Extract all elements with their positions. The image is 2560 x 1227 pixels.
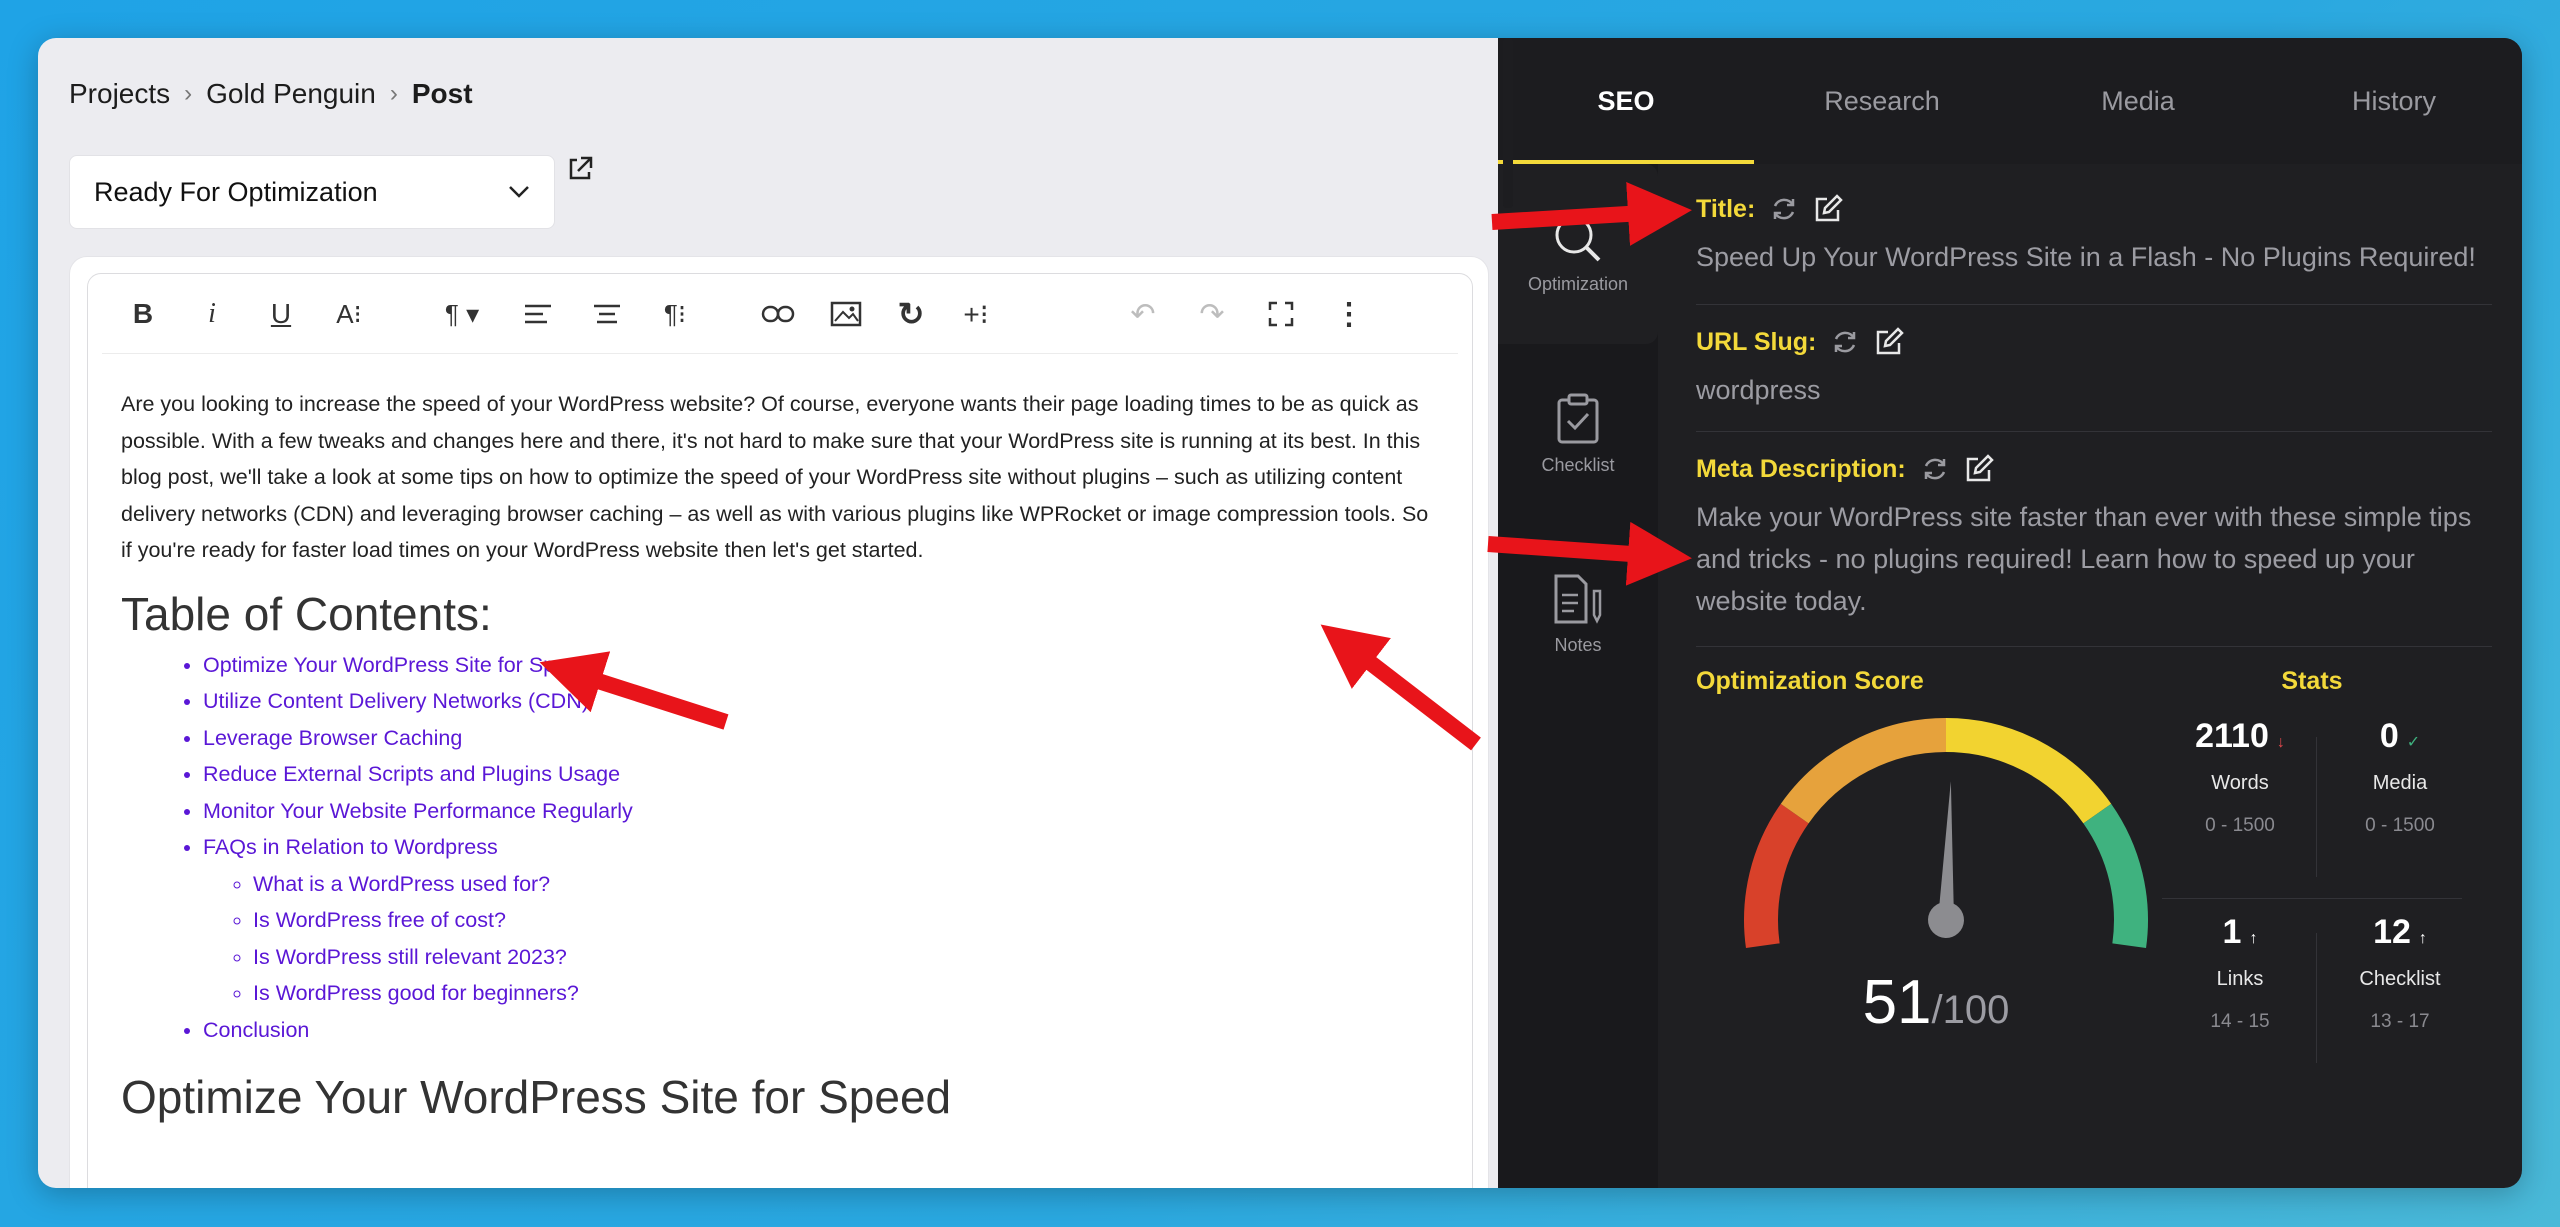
arrow-to-title [1491, 181, 1692, 246]
arrow-to-meta [1487, 521, 1692, 586]
arrow-to-editor [1320, 624, 1481, 751]
arrow-to-toc [539, 651, 729, 730]
annotation-arrows [539, 181, 1692, 751]
